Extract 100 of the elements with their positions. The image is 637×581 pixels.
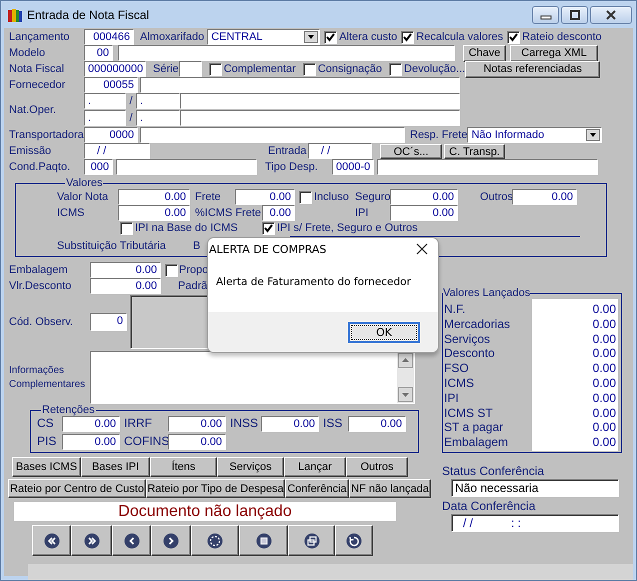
modelo-field[interactable]: 00 [84,45,113,61]
action-button[interactable]: Bases IPI [81,457,150,477]
delete-button[interactable] [239,525,288,556]
notas-referenciadas-button[interactable]: Notas referenciadas [465,60,600,78]
description-field[interactable] [118,45,455,61]
seguro-field[interactable]: 0.00 [390,189,458,205]
nat-oper-description-field[interactable] [180,93,460,109]
total-label: IPI [444,390,460,406]
ipi-field[interactable]: 0.00 [390,205,458,221]
total-value: 0.00 [592,435,617,450]
retention-field[interactable]: 0.00 [168,434,226,450]
resp-frete-dropdown[interactable]: Não Informado [467,127,602,143]
dialog-message: Alerta de Faturamento do fornecedor [216,276,412,288]
copy-button[interactable] [288,525,335,556]
cfop-field[interactable]: . [136,93,180,109]
scrollbar[interactable] [397,352,414,403]
icms-field[interactable]: 0.00 [118,205,190,221]
checkbox[interactable] [324,30,338,44]
outros-field[interactable]: 0.00 [512,189,577,205]
cfop-field[interactable]: . [84,93,126,109]
cond-pagto-field[interactable]: 000 [84,159,113,175]
total-label: ICMS ST [444,406,494,420]
checkbox-label: Complementar [224,62,296,76]
icms-frete-field[interactable]: 0.00 [262,205,295,221]
double-right-chevron-icon [84,532,100,548]
document-status: Documento não lançado [14,502,396,521]
retention-field[interactable]: 0.00 [261,416,319,432]
total-label: ICMS [444,376,475,391]
checkbox[interactable] [208,62,222,76]
observacao-code-field[interactable]: 0 [90,313,127,331]
retention-field[interactable]: 0.00 [62,416,120,432]
checkbox[interactable] [401,30,414,44]
action-button[interactable]: Conferência [285,479,349,498]
emissao-date-field[interactable]: / / [84,143,150,159]
embalagem-field[interactable]: 0.00 [90,262,161,278]
oc-button[interactable]: OC´s... [380,144,442,158]
status-field: Não necessaria [451,479,619,497]
retention-field[interactable]: 0.00 [62,434,120,450]
field-label: Almoxarifado [140,30,204,44]
retention-field[interactable]: 0.00 [168,416,226,432]
tipo-desp-field[interactable]: 0000-0 [332,159,374,175]
warehouse-dropdown[interactable]: CENTRAL [207,29,320,45]
total-value: 0.00 [592,406,617,420]
entrada-date-field[interactable]: / / [308,143,372,159]
first-button[interactable] [32,525,71,556]
undo-button[interactable] [335,525,373,556]
tipo-desp-description-field[interactable] [377,159,598,175]
valor-nota-field[interactable]: 0.00 [118,189,190,205]
transportadora-name-field[interactable] [140,127,405,143]
ok-button[interactable]: OK [348,322,420,342]
total-label: Mercadorias [444,316,512,332]
checkbox[interactable] [302,62,316,76]
checkbox[interactable] [507,30,520,44]
load-xml-button[interactable]: Carrega XML [510,44,598,62]
frete-field[interactable]: 0.00 [235,189,295,205]
checkbox[interactable] [262,222,275,234]
field-label: Cond.Paqto. [9,160,72,174]
nat-oper-description-field[interactable] [180,110,460,126]
close-button[interactable] [590,6,632,24]
field-label: Modelo [9,46,46,60]
fornecedor-name-field[interactable] [140,77,460,93]
fornecedor-field[interactable]: 00055 [84,77,138,93]
action-button[interactable]: Serviços [217,457,284,477]
action-button[interactable]: Ítens [150,457,217,477]
maximize-button[interactable] [561,6,588,24]
action-button[interactable]: Lançar [284,457,346,477]
action-button[interactable]: Bases ICMS [12,457,81,477]
checkbox[interactable] [299,190,312,204]
checkbox[interactable] [165,264,178,276]
checkbox[interactable] [389,62,402,76]
field-label: Série [153,62,179,76]
cfop-field[interactable]: . [84,110,126,126]
cond-pagto-description-field[interactable] [116,159,257,175]
action-button[interactable]: Outros [346,457,408,477]
checkbox[interactable] [120,222,133,234]
retention-field[interactable]: 0.00 [348,416,406,432]
lancamento-field[interactable]: 000466 [84,29,134,45]
action-button[interactable]: Rateio por Centro de Custo [8,479,146,498]
action-button[interactable]: NF não lançada [349,479,431,498]
action-button[interactable]: Rateio por Tipo de Despesa [146,479,285,498]
group-title: Valores Lançados [443,287,530,299]
serie-field[interactable] [178,61,202,77]
chave-button[interactable]: Chave [463,44,506,62]
text-area[interactable] [90,351,415,404]
total-value: 0.00 [592,316,617,332]
group-title: Valores [65,177,104,189]
last-button[interactable] [71,525,112,556]
minimize-button[interactable] [532,6,559,24]
next-button[interactable] [151,525,191,556]
total-value: 0.00 [592,390,617,406]
field-label: CS [37,416,55,432]
nota-fiscal-field[interactable]: 000000000 [84,61,146,77]
checkbox-label: Devolução... [404,62,466,76]
previous-button[interactable] [112,525,151,556]
desconto-field[interactable]: 0.00 [90,278,161,294]
cfop-field[interactable]: . [136,110,180,126]
transport-button[interactable]: C. Transp. [444,144,505,158]
transportadora-field[interactable]: 0000 [84,127,138,143]
new-button[interactable] [191,525,239,556]
checkbox-label: Altera custo [339,30,398,44]
